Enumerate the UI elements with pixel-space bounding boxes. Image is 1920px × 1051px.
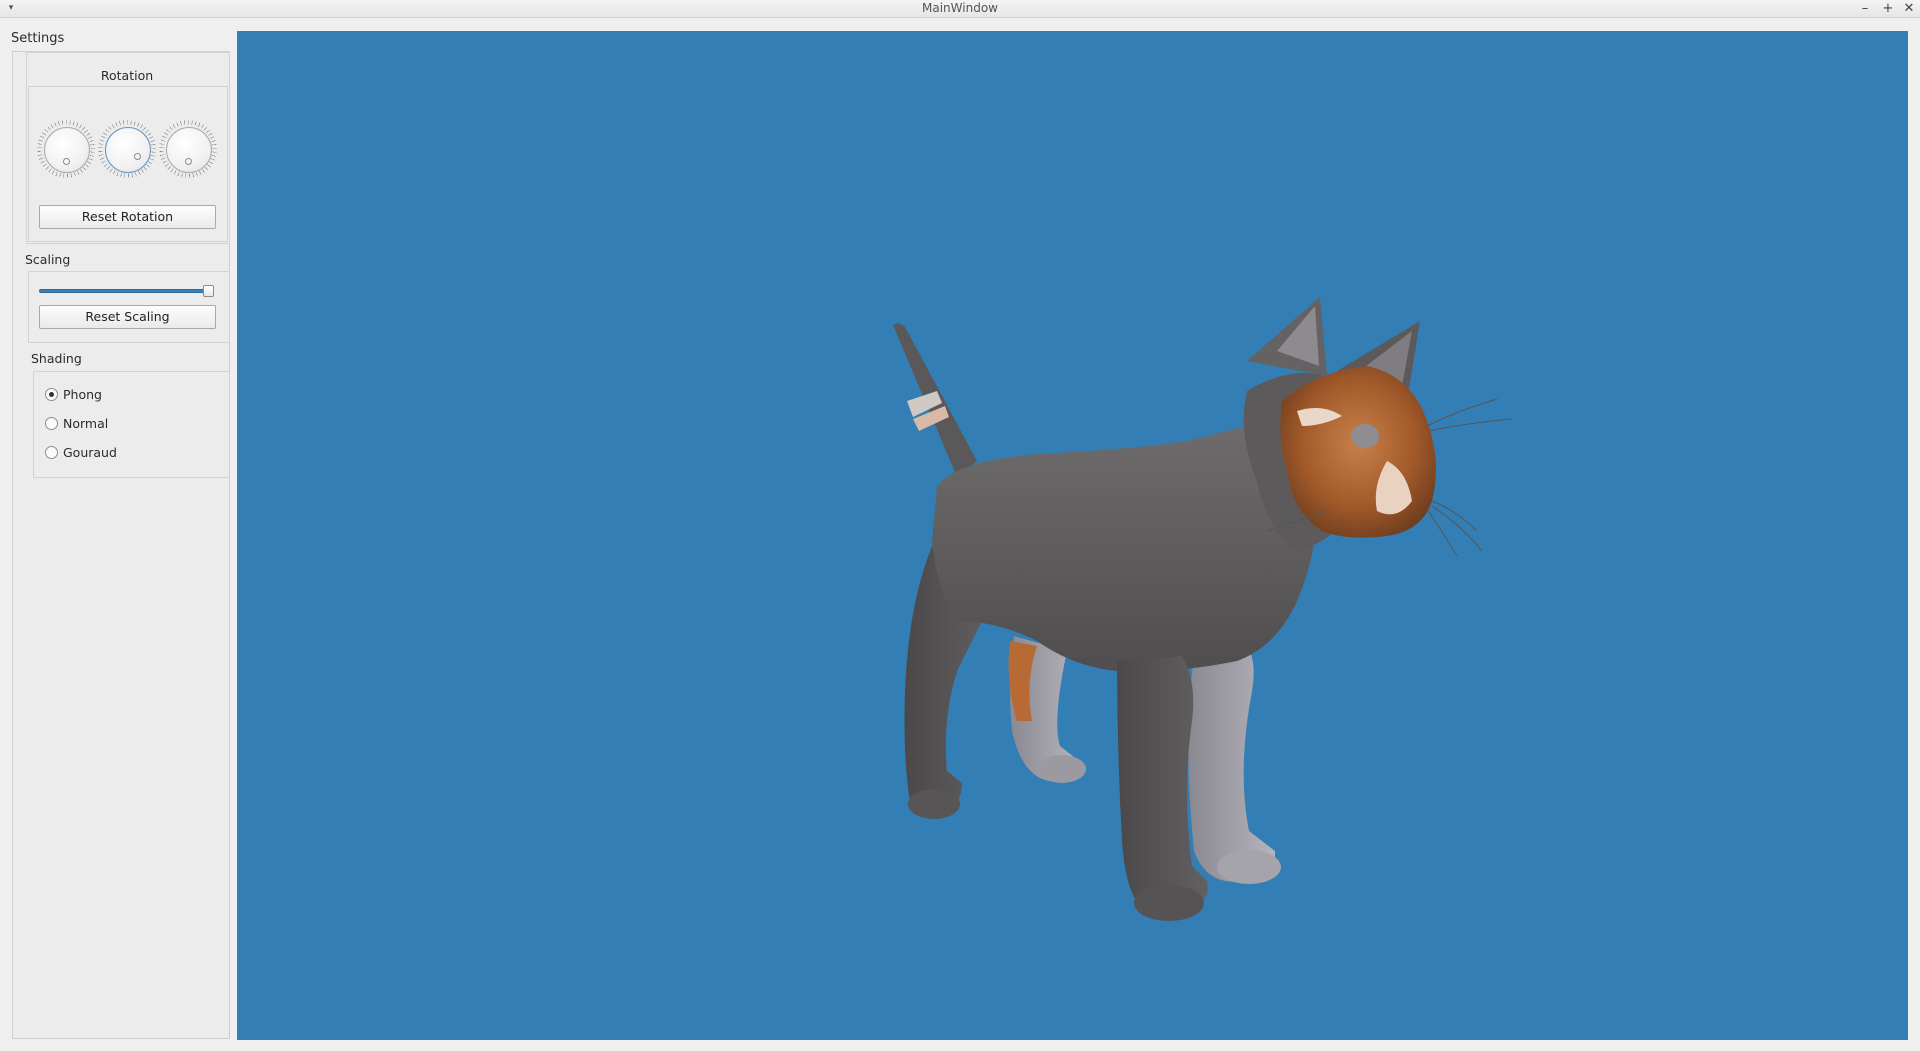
rotation-z-dial[interactable] <box>159 120 217 178</box>
cat-far-hind-paw <box>1038 755 1086 783</box>
reset-rotation-button[interactable]: Reset Rotation <box>39 205 216 229</box>
normal-radio[interactable] <box>45 417 58 430</box>
normal-label[interactable]: Normal <box>63 416 108 431</box>
gouraud-label[interactable]: Gouraud <box>63 445 117 460</box>
phong-label[interactable]: Phong <box>63 387 102 402</box>
cat-near-front-paw <box>1134 885 1204 921</box>
window-title: MainWindow <box>922 1 998 15</box>
cat-face <box>1280 366 1436 538</box>
rotation-y-dial[interactable] <box>98 120 156 178</box>
cat-model-render <box>893 297 1513 921</box>
scaling-slider-handle[interactable] <box>203 285 214 297</box>
gl-viewport[interactable] <box>237 31 1908 1040</box>
shading-group-title: Shading <box>31 351 82 366</box>
maximize-icon[interactable]: + <box>1880 1 1896 16</box>
rotation-group-title: Rotation <box>100 68 154 83</box>
cat-far-front-paw <box>1217 850 1281 884</box>
phong-radio[interactable] <box>45 388 58 401</box>
minimize-icon[interactable]: – <box>1857 1 1873 16</box>
settings-dock-title: Settings <box>11 31 65 46</box>
scaling-group-title: Scaling <box>25 252 71 267</box>
reset-scaling-button[interactable]: Reset Scaling <box>39 305 216 329</box>
cat-near-hind-paw <box>908 789 960 819</box>
scaling-slider-track[interactable] <box>39 289 211 293</box>
window-title-bar: ▾ MainWindow – + ✕ <box>0 0 1920 18</box>
rotation-x-dial[interactable] <box>37 120 95 178</box>
gouraud-radio[interactable] <box>45 446 58 459</box>
cat-eye <box>1351 424 1379 448</box>
close-icon[interactable]: ✕ <box>1901 1 1917 16</box>
cat-far-front-leg <box>1188 646 1276 882</box>
